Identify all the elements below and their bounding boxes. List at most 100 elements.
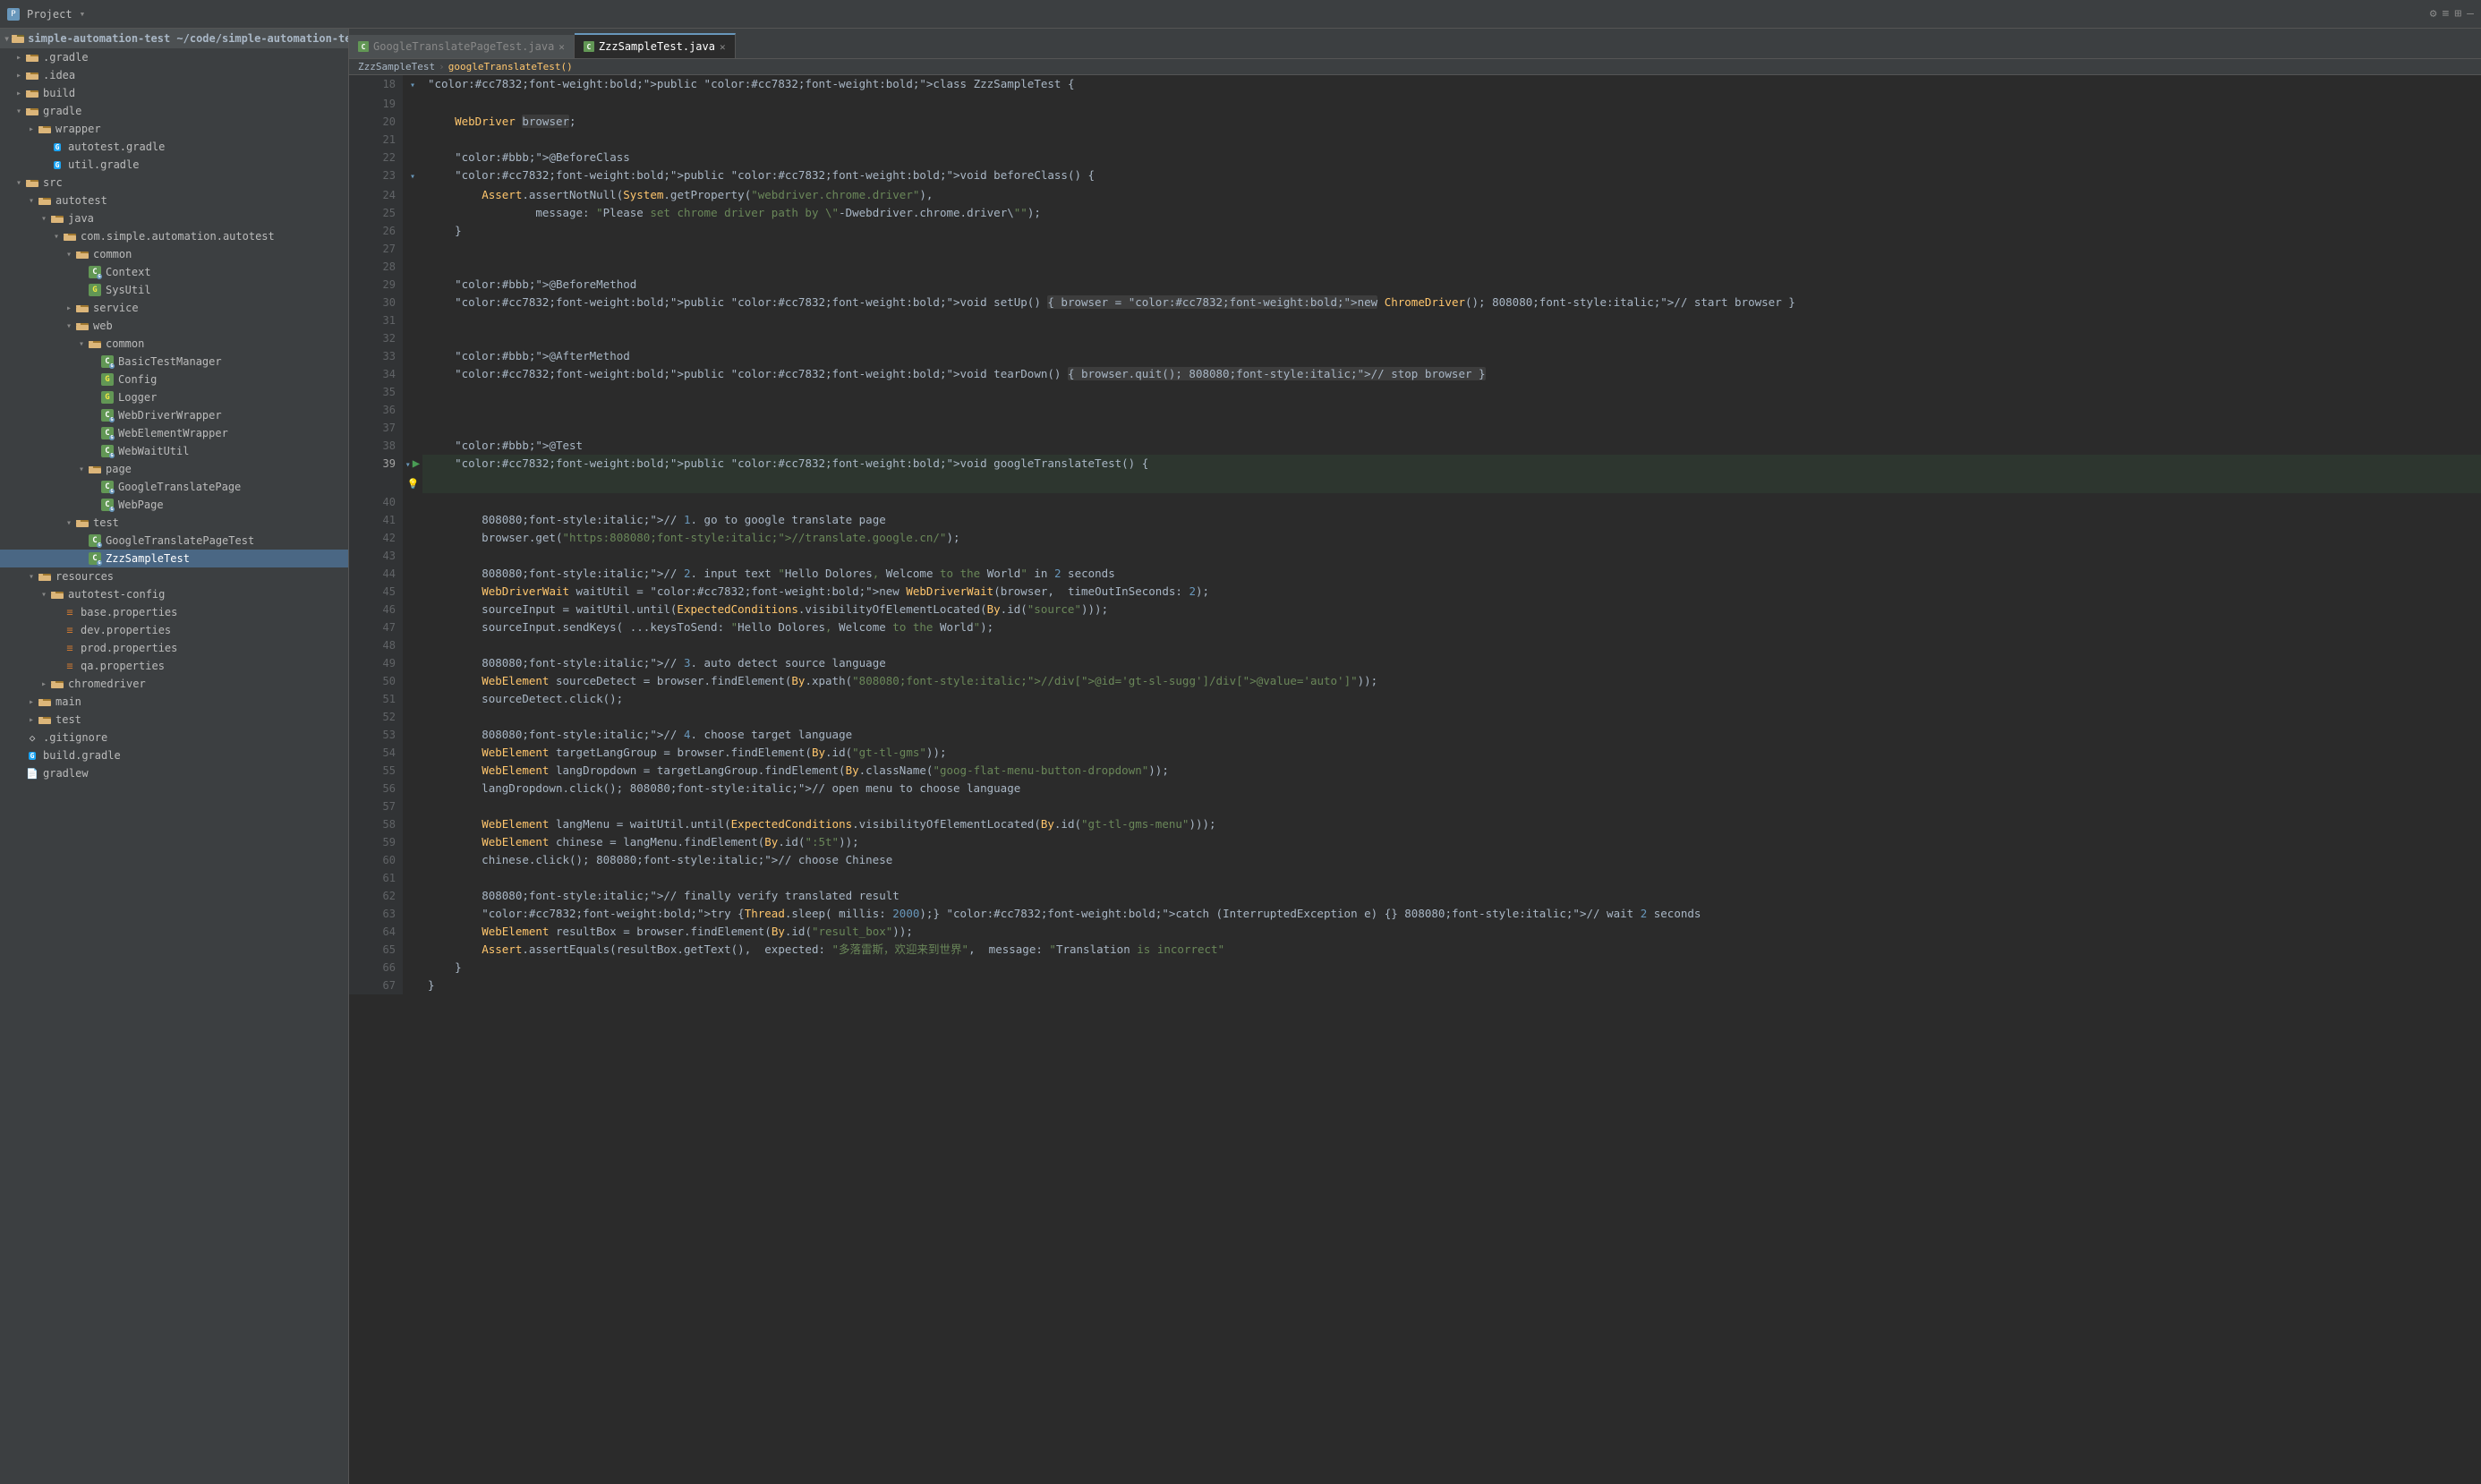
tree-item-config-file[interactable]: GConfig: [0, 371, 348, 388]
tree-item-autotest-folder[interactable]: ▾autotest: [0, 192, 348, 209]
tree-item-autotest-gradle[interactable]: Gautotest.gradle: [0, 138, 348, 156]
code-cell-66[interactable]: }: [422, 959, 2481, 977]
tree-item-service-folder[interactable]: ▸service: [0, 299, 348, 317]
tree-item-webdriverwrapper[interactable]: CGWebDriverWrapper: [0, 406, 348, 424]
code-cell-46[interactable]: sourceInput = waitUtil.until(ExpectedCon…: [422, 601, 2481, 618]
code-cell-37[interactable]: [422, 419, 2481, 437]
top-bar-dropdown[interactable]: ▾: [80, 8, 86, 20]
code-cell-20[interactable]: WebDriver browser;: [422, 113, 2481, 131]
tree-item-autotest-config-folder[interactable]: ▾autotest-config: [0, 585, 348, 603]
tab-zzzsample[interactable]: C ZzzSampleTest.java ✕: [575, 33, 736, 58]
tree-item-dev-properties[interactable]: ≡dev.properties: [0, 621, 348, 639]
code-cell-64[interactable]: WebElement resultBox = browser.findEleme…: [422, 923, 2481, 941]
sidebar-root[interactable]: ▾ simple-automation-test ~/code/simple-a…: [0, 29, 348, 48]
code-cell-19[interactable]: [422, 95, 2481, 113]
toolbar-btn-1[interactable]: ⚙: [2430, 7, 2437, 21]
code-cell-31[interactable]: [422, 311, 2481, 329]
breadcrumb-class[interactable]: ZzzSampleTest: [358, 61, 435, 72]
tree-item-resources-folder[interactable]: ▾resources: [0, 567, 348, 585]
code-cell-52[interactable]: [422, 708, 2481, 726]
tree-item-gradle-folder[interactable]: ▸.gradle: [0, 48, 348, 66]
toolbar-btn-4[interactable]: —: [2467, 7, 2474, 21]
code-cell-40[interactable]: [422, 493, 2481, 511]
gutter-dec-39[interactable]: ▾▶ 💡: [403, 455, 422, 493]
run-icon-39[interactable]: ▶: [413, 456, 420, 471]
code-cell-45[interactable]: WebDriverWait waitUtil = "color:#cc7832;…: [422, 583, 2481, 601]
tree-item-common-folder[interactable]: ▾common: [0, 245, 348, 263]
tree-item-googletranslatetest-file[interactable]: CGGoogleTranslatePageTest: [0, 532, 348, 550]
code-cell-58[interactable]: WebElement langMenu = waitUtil.until(Exp…: [422, 815, 2481, 833]
code-cell-55[interactable]: WebElement langDropdown = targetLangGrou…: [422, 762, 2481, 780]
code-cell-63[interactable]: "color:#cc7832;font-weight:bold;">try {T…: [422, 905, 2481, 923]
code-cell-50[interactable]: WebElement sourceDetect = browser.findEl…: [422, 672, 2481, 690]
tree-item-page-folder[interactable]: ▾page: [0, 460, 348, 478]
breadcrumb-method[interactable]: googleTranslateTest(): [448, 61, 573, 72]
gutter-dec-23[interactable]: ▾: [403, 166, 422, 186]
code-cell-28[interactable]: [422, 258, 2481, 276]
code-cell-25[interactable]: message: "Please set chrome driver path …: [422, 204, 2481, 222]
tree-item-src-folder[interactable]: ▾src: [0, 174, 348, 192]
code-cell-60[interactable]: chinese.click(); 808080;font-style:itali…: [422, 851, 2481, 869]
code-cell-59[interactable]: WebElement chinese = langMenu.findElemen…: [422, 833, 2481, 851]
code-cell-39[interactable]: "color:#cc7832;font-weight:bold;">public…: [422, 455, 2481, 493]
tree-item-gradle-folder2[interactable]: ▾gradle: [0, 102, 348, 120]
code-cell-22[interactable]: "color:#bbb;">@BeforeClass: [422, 149, 2481, 166]
code-cell-26[interactable]: }: [422, 222, 2481, 240]
code-cell-32[interactable]: [422, 329, 2481, 347]
code-cell-38[interactable]: "color:#bbb;">@Test: [422, 437, 2481, 455]
tree-item-web-folder[interactable]: ▾web: [0, 317, 348, 335]
tree-item-idea-folder[interactable]: ▸.idea: [0, 66, 348, 84]
tree-item-webelementwrapper[interactable]: CGWebElementWrapper: [0, 424, 348, 442]
tree-item-sysutil-file[interactable]: GSysUtil: [0, 281, 348, 299]
tree-item-basictestmanager[interactable]: CGBasicTestManager: [0, 353, 348, 371]
tree-item-wrapper-folder[interactable]: ▸wrapper: [0, 120, 348, 138]
tree-item-com-folder[interactable]: ▾com.simple.automation.autotest: [0, 227, 348, 245]
code-cell-62[interactable]: 808080;font-style:italic;">// finally ve…: [422, 887, 2481, 905]
code-cell-54[interactable]: WebElement targetLangGroup = browser.fin…: [422, 744, 2481, 762]
tree-item-test-folder[interactable]: ▾test: [0, 514, 348, 532]
code-cell-44[interactable]: 808080;font-style:italic;">// 2. input t…: [422, 565, 2481, 583]
tree-item-context-file[interactable]: CGContext: [0, 263, 348, 281]
code-cell-67[interactable]: }: [422, 977, 2481, 994]
code-cell-57[interactable]: [422, 797, 2481, 815]
bulb-icon-39[interactable]: 💡: [407, 478, 420, 490]
tab-googletranslate[interactable]: C GoogleTranslatePageTest.java ✕: [349, 35, 575, 58]
code-cell-33[interactable]: "color:#bbb;">@AfterMethod: [422, 347, 2481, 365]
gutter-dec-18[interactable]: ▾: [403, 75, 422, 95]
toolbar-btn-2[interactable]: ≡: [2443, 7, 2450, 21]
tree-item-gitignore[interactable]: ◇.gitignore: [0, 729, 348, 746]
tab-close-1[interactable]: ✕: [558, 42, 565, 52]
tree-item-zzzsampletest-file[interactable]: CGZzzSampleTest: [0, 550, 348, 567]
fold-icon-39[interactable]: ▾: [405, 460, 411, 470]
code-cell-56[interactable]: langDropdown.click(); 808080;font-style:…: [422, 780, 2481, 797]
tree-item-webwaitutil[interactable]: CGWebWaitUtil: [0, 442, 348, 460]
code-cell-61[interactable]: [422, 869, 2481, 887]
code-cell-35[interactable]: [422, 383, 2481, 401]
code-cell-27[interactable]: [422, 240, 2481, 258]
tree-item-build-folder[interactable]: ▸build: [0, 84, 348, 102]
code-cell-34[interactable]: "color:#cc7832;font-weight:bold;">public…: [422, 365, 2481, 383]
fold-icon-18[interactable]: ▾: [410, 81, 415, 90]
code-cell-47[interactable]: sourceInput.sendKeys( ...keysToSend: "He…: [422, 618, 2481, 636]
code-cell-49[interactable]: 808080;font-style:italic;">// 3. auto de…: [422, 654, 2481, 672]
tree-item-qa-properties[interactable]: ≡qa.properties: [0, 657, 348, 675]
tree-item-main-folder[interactable]: ▸main: [0, 693, 348, 711]
tree-item-base-properties[interactable]: ≡base.properties: [0, 603, 348, 621]
tree-item-chromedriver-folder[interactable]: ▸chromedriver: [0, 675, 348, 693]
code-cell-48[interactable]: [422, 636, 2481, 654]
tab-close-2[interactable]: ✕: [720, 42, 726, 52]
code-cell-65[interactable]: Assert.assertEquals(resultBox.getText(),…: [422, 941, 2481, 959]
code-cell-18[interactable]: "color:#cc7832;font-weight:bold;">public…: [422, 75, 2481, 95]
tree-item-test-folder2[interactable]: ▸test: [0, 711, 348, 729]
code-cell-41[interactable]: 808080;font-style:italic;">// 1. go to g…: [422, 511, 2481, 529]
code-cell-24[interactable]: Assert.assertNotNull(System.getProperty(…: [422, 186, 2481, 204]
code-cell-30[interactable]: "color:#cc7832;font-weight:bold;">public…: [422, 294, 2481, 311]
code-cell-23[interactable]: "color:#cc7832;font-weight:bold;">public…: [422, 166, 2481, 186]
code-cell-53[interactable]: 808080;font-style:italic;">// 4. choose …: [422, 726, 2481, 744]
tree-item-build-gradle[interactable]: Gbuild.gradle: [0, 746, 348, 764]
tree-item-java-folder[interactable]: ▾java: [0, 209, 348, 227]
code-cell-42[interactable]: browser.get("https:808080;font-style:ita…: [422, 529, 2481, 547]
tree-item-googletranslatepage[interactable]: CGGoogleTranslatePage: [0, 478, 348, 496]
tree-item-logger-file[interactable]: GLogger: [0, 388, 348, 406]
fold-icon-23[interactable]: ▾: [410, 172, 415, 182]
